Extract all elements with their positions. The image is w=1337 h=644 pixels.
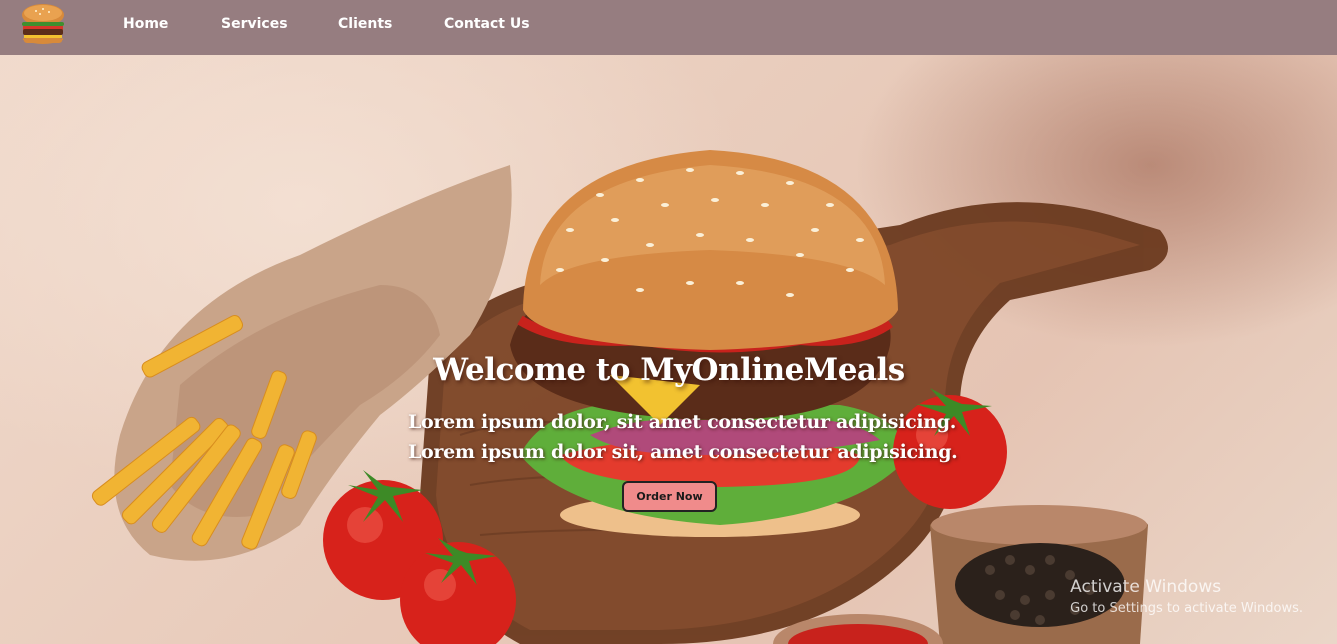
nav-link-home[interactable]: Home bbox=[123, 16, 168, 32]
hero-title-text: Welcome to MyOnlineMeals bbox=[433, 352, 905, 388]
burger-logo-icon[interactable] bbox=[18, 2, 68, 48]
hero-title: Welcome to MyOnlineMeals bbox=[0, 352, 1337, 388]
order-now-button[interactable]: Order Now bbox=[622, 481, 717, 512]
watermark-line-1: Activate Windows bbox=[1070, 577, 1222, 597]
watermark-line-2: Go to Settings to activate Windows. bbox=[1070, 601, 1303, 616]
hero-subtitle-line-2: Lorem ipsum dolor sit, amet consectetur … bbox=[408, 441, 958, 463]
windows-activation-watermark: Activate Windows Go to Settings to activ… bbox=[1070, 577, 1303, 616]
nav-link-services[interactable]: Services bbox=[221, 16, 288, 32]
navbar: Home Services Clients Contact Us bbox=[0, 0, 1337, 55]
nav-link-clients[interactable]: Clients bbox=[338, 16, 392, 32]
peppercorn-bowl bbox=[930, 505, 1148, 644]
hero-subtitle: Lorem ipsum dolor, sit amet consectetur … bbox=[408, 407, 968, 467]
nav-link-contact-us[interactable]: Contact Us bbox=[444, 16, 530, 32]
burger bbox=[510, 150, 910, 537]
hero-section: Welcome to MyOnlineMeals Lorem ipsum dol… bbox=[0, 55, 1337, 644]
hero-subtitle-line-1: Lorem ipsum dolor, sit amet consectetur … bbox=[408, 411, 957, 433]
hero-background-image bbox=[91, 150, 1168, 644]
